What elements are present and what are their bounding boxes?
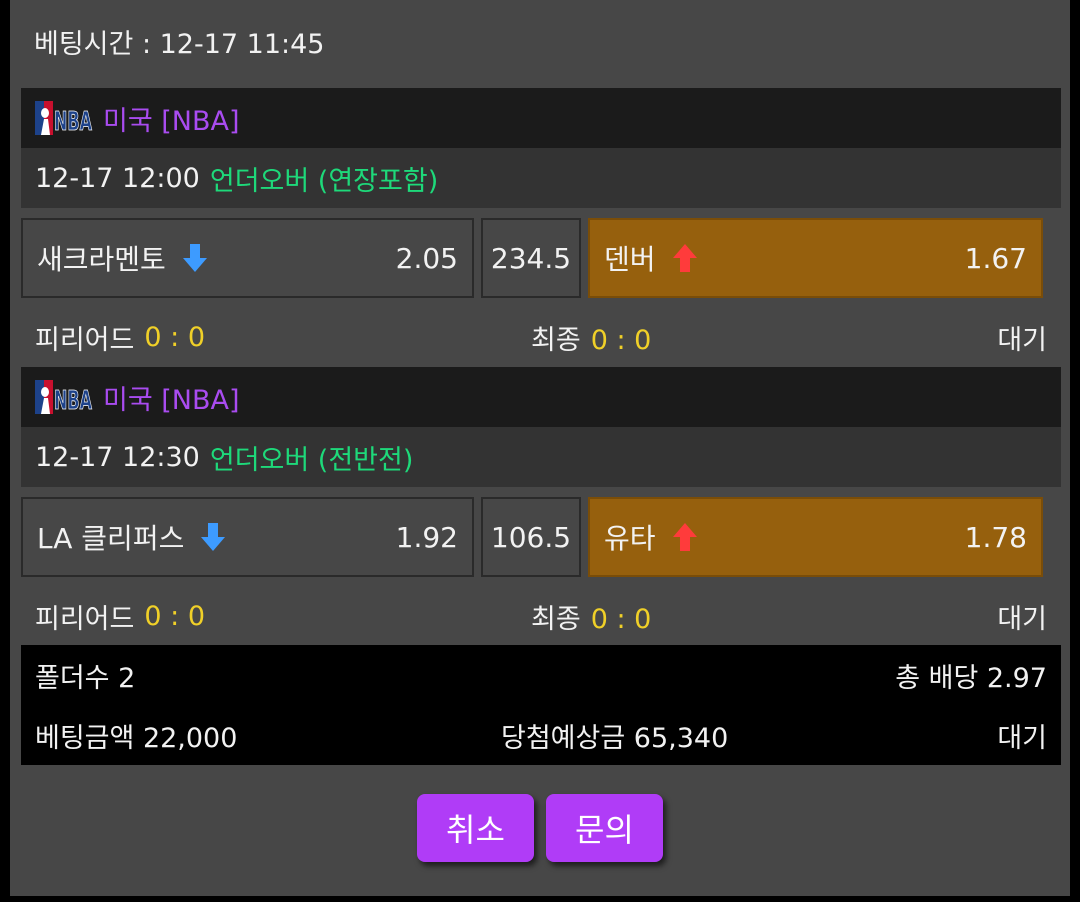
final-label: 최종: [531, 324, 581, 356]
home-team-name: LA 클리퍼스: [37, 522, 185, 555]
game-datetime: 12-17 12:00: [35, 162, 200, 194]
bet-options-row: LA 클리퍼스 1.92 106.5 유타 1.78: [21, 487, 1061, 585]
line-value: 234.5: [481, 218, 581, 298]
score-row: 피리어드 0 : 0 최종 0 : 0 대기: [21, 585, 1061, 647]
away-team-name: 유타: [604, 522, 656, 555]
period-score: 0 : 0: [144, 600, 205, 632]
arrow-down-icon: [200, 521, 226, 553]
final-label: 최종: [531, 603, 581, 635]
away-option-selected[interactable]: 덴버 1.67: [588, 218, 1043, 298]
home-option[interactable]: 새크라멘토 2.05: [21, 218, 474, 298]
league-name: 미국 [NBA]: [103, 105, 240, 137]
away-odds: 1.78: [964, 520, 1027, 554]
game-status: 대기: [997, 324, 1047, 356]
game-card: NBA 미국 [NBA] 12-17 12:00 언더오버 (연장포함) 새크라…: [21, 88, 1061, 368]
bet-slip-panel: 베팅시간 : 12-17 11:45 NBA 미국 [NBA] 12-17 12…: [10, 0, 1070, 896]
summary-row-1: 폴더수 2 총 배당 2.97: [21, 645, 1061, 705]
nba-logo: NBA: [35, 380, 93, 414]
final-score: 0 : 0: [590, 603, 652, 635]
svg-text:NBA: NBA: [54, 386, 92, 414]
game-card: NBA 미국 [NBA] 12-17 12:30 언더오버 (전반전) LA 클…: [21, 367, 1061, 647]
game-status: 대기: [997, 603, 1047, 635]
arrow-up-icon: [672, 242, 698, 274]
league-row: NBA 미국 [NBA]: [21, 367, 1061, 427]
folder-count: 폴더수 2: [35, 662, 136, 694]
game-info-row: 12-17 12:30 언더오버 (전반전): [21, 427, 1061, 487]
nba-logo: NBA: [35, 101, 93, 135]
league-name: 미국 [NBA]: [103, 384, 240, 416]
summary-status: 대기: [997, 722, 1047, 754]
expected-win: 당첨예상금 65,340: [501, 722, 729, 754]
arrow-down-icon: [182, 242, 208, 274]
home-option[interactable]: LA 클리퍼스 1.92: [21, 497, 474, 577]
game-datetime: 12-17 12:30: [35, 441, 200, 473]
period-label: 피리어드: [35, 324, 135, 356]
period-score: 0 : 0: [144, 321, 205, 353]
market-type: 언더오버 (전반전): [209, 444, 414, 476]
cancel-button[interactable]: 취소: [417, 794, 534, 862]
bet-options-row: 새크라멘토 2.05 234.5 덴버 1.67: [21, 208, 1061, 306]
away-odds: 1.67: [964, 241, 1027, 275]
bet-summary: 폴더수 2 총 배당 2.97 베팅금액 22,000 당첨예상금 65,340…: [21, 645, 1061, 765]
bet-time: 베팅시간 : 12-17 11:45: [34, 29, 325, 60]
bet-amount: 베팅금액 22,000: [35, 722, 238, 754]
svg-text:NBA: NBA: [54, 107, 92, 135]
inquiry-button[interactable]: 문의: [546, 794, 663, 862]
away-team-name: 덴버: [604, 243, 656, 276]
line-text: 234.5: [490, 241, 572, 275]
market-type: 언더오버 (연장포함): [209, 165, 439, 197]
action-buttons: 취소 문의: [10, 794, 1070, 862]
summary-row-2: 베팅금액 22,000 당첨예상금 65,340 대기: [21, 705, 1061, 765]
line-text: 106.5: [490, 520, 572, 554]
final-score-group: 최종 0 : 0: [531, 318, 651, 357]
line-value: 106.5: [481, 497, 581, 577]
home-team-name: 새크라멘토: [37, 243, 166, 276]
arrow-up-icon: [672, 521, 698, 553]
final-score-group: 최종 0 : 0: [531, 597, 651, 636]
final-score: 0 : 0: [590, 324, 652, 356]
league-row: NBA 미국 [NBA]: [21, 88, 1061, 148]
total-odds: 총 배당 2.97: [895, 662, 1047, 694]
away-option-selected[interactable]: 유타 1.78: [588, 497, 1043, 577]
home-odds: 1.92: [395, 520, 458, 554]
period-label: 피리어드: [35, 603, 135, 635]
score-row: 피리어드 0 : 0 최종 0 : 0 대기: [21, 306, 1061, 368]
home-odds: 2.05: [395, 241, 458, 275]
game-info-row: 12-17 12:00 언더오버 (연장포함): [21, 148, 1061, 208]
